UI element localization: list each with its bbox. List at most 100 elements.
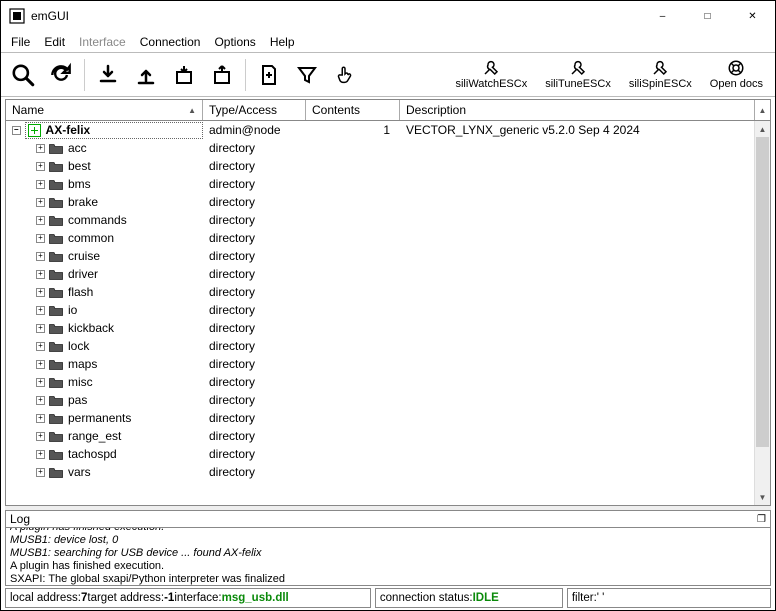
- item-type: directory: [203, 465, 306, 479]
- item-type: directory: [203, 195, 306, 209]
- expander-icon[interactable]: +: [36, 180, 45, 189]
- expander-icon[interactable]: +: [36, 468, 45, 477]
- tree-row[interactable]: + io directory: [6, 301, 754, 319]
- siliwatch-button[interactable]: siliWatchESCx: [447, 56, 535, 94]
- opendocs-button[interactable]: Open docs: [702, 56, 771, 94]
- silitune-button[interactable]: siliTuneESCx: [537, 56, 619, 94]
- load-device-button[interactable]: [204, 57, 240, 93]
- tree-row[interactable]: + brake directory: [6, 193, 754, 211]
- tree-row[interactable]: +cruisedirectory: [6, 247, 754, 265]
- log-line: MUSB1: searching for USB device ... foun…: [10, 547, 766, 560]
- tree-row[interactable]: +commandsdirectory: [6, 211, 754, 229]
- item-type: directory: [203, 375, 306, 389]
- tree-row[interactable]: +bmsdirectory: [6, 175, 754, 193]
- expander-icon[interactable]: +: [36, 324, 45, 333]
- expander-icon[interactable]: +: [36, 216, 45, 225]
- menu-connection[interactable]: Connection: [134, 33, 207, 51]
- tree-vertical-scrollbar[interactable]: ▲ ▼: [754, 121, 770, 505]
- log-popout-icon[interactable]: ❐: [757, 514, 766, 525]
- file-plus-icon: [257, 63, 281, 87]
- tree-row[interactable]: +mapsdirectory: [6, 355, 754, 373]
- item-name: permanents: [68, 411, 131, 425]
- download-button[interactable]: [90, 57, 126, 93]
- menu-edit[interactable]: Edit: [38, 33, 71, 51]
- tree-row[interactable]: +bestdirectory: [6, 157, 754, 175]
- tree-row[interactable]: + kickback directory: [6, 319, 754, 337]
- tree-row[interactable]: + misc directory: [6, 373, 754, 391]
- item-name: acc: [68, 141, 87, 155]
- minimize-button[interactable]: –: [640, 1, 685, 31]
- download-icon: [96, 63, 120, 87]
- log-body[interactable]: A plugin has finished execution.MUSB1: d…: [5, 528, 771, 586]
- item-name: bms: [68, 177, 91, 191]
- expander-icon[interactable]: +: [36, 378, 45, 387]
- expander-icon[interactable]: +: [36, 270, 45, 279]
- tools-icon: [569, 59, 587, 77]
- item-type: directory: [203, 321, 306, 335]
- folder-icon: [49, 161, 63, 172]
- expander-icon[interactable]: +: [36, 432, 45, 441]
- item-name: best: [68, 159, 91, 173]
- item-type: directory: [203, 267, 306, 281]
- item-type: directory: [203, 141, 306, 155]
- search-button[interactable]: [5, 57, 41, 93]
- expander-icon[interactable]: +: [36, 198, 45, 207]
- tree-row[interactable]: +lockdirectory: [6, 337, 754, 355]
- expander-icon[interactable]: +: [36, 288, 45, 297]
- item-name: brake: [68, 195, 98, 209]
- column-header-contents[interactable]: Contents: [306, 100, 400, 120]
- column-header-type[interactable]: Type/Access: [203, 100, 306, 120]
- save-device-button[interactable]: [166, 57, 202, 93]
- item-name: kickback: [68, 321, 114, 335]
- expander-icon[interactable]: +: [36, 396, 45, 405]
- tree-row[interactable]: +tachospddirectory: [6, 445, 754, 463]
- new-file-button[interactable]: [251, 57, 287, 93]
- tree-row[interactable]: +varsdirectory: [6, 463, 754, 481]
- folder-icon: [49, 359, 63, 370]
- item-type: directory: [203, 411, 306, 425]
- expander-icon[interactable]: +: [36, 234, 45, 243]
- expander-icon[interactable]: +: [36, 342, 45, 351]
- expander-icon[interactable]: +: [36, 144, 45, 153]
- column-header-name[interactable]: Name▲: [6, 100, 203, 120]
- tree-row[interactable]: +pasdirectory: [6, 391, 754, 409]
- refresh-button[interactable]: [43, 57, 79, 93]
- tree-row[interactable]: +flashdirectory: [6, 283, 754, 301]
- tree-row[interactable]: + acc directory: [6, 139, 754, 157]
- expander-icon[interactable]: +: [36, 162, 45, 171]
- pointer-button[interactable]: [327, 57, 363, 93]
- column-header-description[interactable]: Description: [400, 100, 754, 120]
- tree-row[interactable]: +range_estdirectory: [6, 427, 754, 445]
- close-button[interactable]: ✕: [730, 1, 775, 31]
- item-type: directory: [203, 339, 306, 353]
- menu-interface: Interface: [73, 33, 132, 51]
- upload-button[interactable]: [128, 57, 164, 93]
- refresh-icon: [48, 62, 74, 88]
- tree-root-row[interactable]: − AX-felix admin@node 1 VECTOR_LYNX_gene…: [6, 121, 754, 139]
- item-name: io: [68, 303, 77, 317]
- folder-icon: [49, 269, 63, 280]
- tree-row[interactable]: +commondirectory: [6, 229, 754, 247]
- item-type: directory: [203, 303, 306, 317]
- folder-icon: [49, 197, 63, 208]
- tree-row[interactable]: + permanents directory: [6, 409, 754, 427]
- expander-icon[interactable]: +: [36, 306, 45, 315]
- filter-button[interactable]: [289, 57, 325, 93]
- hand-pointer-icon: [334, 64, 356, 86]
- menu-help[interactable]: Help: [264, 33, 301, 51]
- folder-icon: [49, 431, 63, 442]
- expander-icon[interactable]: +: [36, 252, 45, 261]
- menu-file[interactable]: File: [5, 33, 36, 51]
- menu-options[interactable]: Options: [208, 33, 261, 51]
- save-device-icon: [172, 63, 196, 87]
- expander-icon[interactable]: +: [36, 414, 45, 423]
- item-name: misc: [68, 375, 93, 389]
- maximize-button[interactable]: □: [685, 1, 730, 31]
- silispin-button[interactable]: siliSpinESCx: [621, 56, 700, 94]
- tree-row[interactable]: +driverdirectory: [6, 265, 754, 283]
- expander-icon[interactable]: −: [12, 126, 21, 135]
- expander-icon[interactable]: +: [36, 450, 45, 459]
- root-contents: 1: [306, 123, 400, 137]
- expander-icon[interactable]: +: [36, 360, 45, 369]
- item-name: maps: [68, 357, 97, 371]
